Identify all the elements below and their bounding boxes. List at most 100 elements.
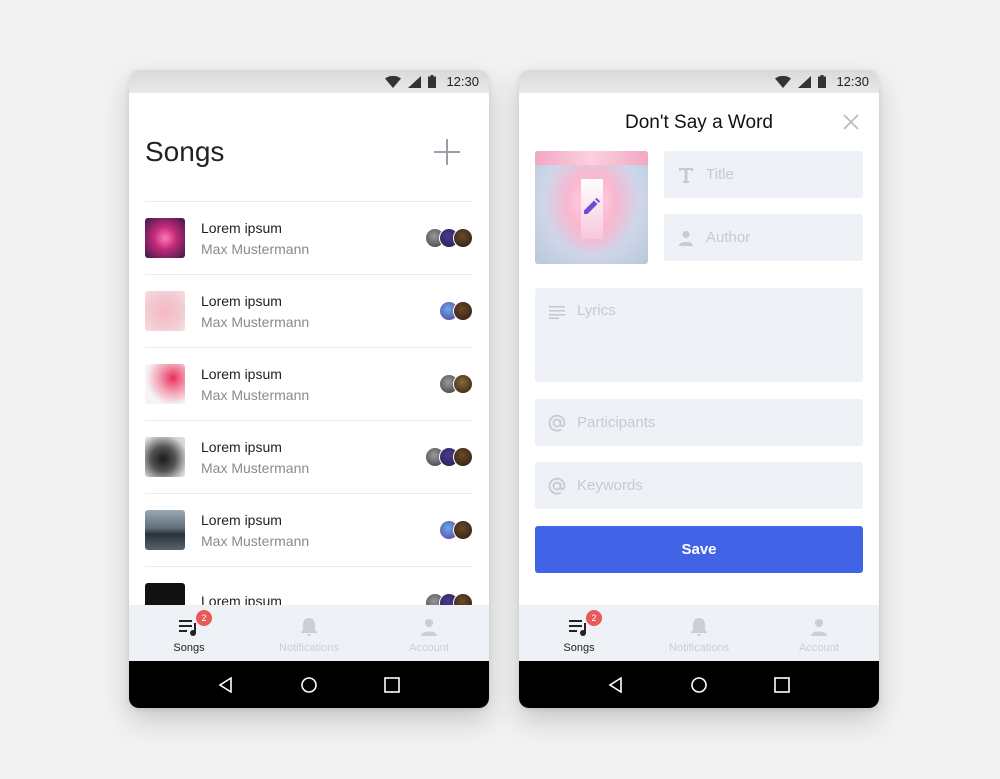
person-icon <box>811 619 827 636</box>
tab-songs[interactable]: 2 Songs <box>519 605 639 661</box>
list-item[interactable]: Lorem ipsum Max Mustermann <box>145 494 473 567</box>
songs-screen: 12:30 Songs Lorem ipsum Max Mustermann L… <box>129 70 489 708</box>
recents-button[interactable] <box>762 665 802 705</box>
participant-avatars <box>439 520 473 540</box>
recents-icon <box>384 676 401 693</box>
back-icon <box>608 676 622 693</box>
tab-label: Account <box>409 642 449 654</box>
author-placeholder: Author <box>706 229 751 246</box>
song-cover <box>145 218 185 258</box>
close-button[interactable] <box>842 113 860 131</box>
back-icon <box>218 676 232 693</box>
songs-badge: 2 <box>586 610 602 626</box>
participants-placeholder: Participants <box>577 414 656 431</box>
avatar <box>453 301 473 321</box>
list-item[interactable]: Lorem ipsum Max Mustermann <box>145 421 473 494</box>
home-icon <box>691 676 707 693</box>
page-title: Don't Say a Word <box>625 112 773 133</box>
wifi-icon <box>385 75 402 88</box>
participant-avatars <box>425 593 473 605</box>
status-time: 12:30 <box>446 74 479 89</box>
tab-songs[interactable]: 2 Songs <box>129 605 249 661</box>
tab-label: Songs <box>173 642 205 654</box>
add-song-button[interactable] <box>432 137 462 167</box>
tab-label: Notifications <box>669 642 729 654</box>
bottom-tab-bar: 2 Songs Notifications Account <box>129 605 489 661</box>
participant-avatars <box>439 374 473 394</box>
status-bar: 12:30 <box>129 70 489 93</box>
list-item[interactable]: Lorem ipsum Max Mustermann <box>145 348 473 421</box>
lines-icon <box>549 306 565 319</box>
at-icon <box>548 477 566 495</box>
song-cover <box>145 291 185 331</box>
song-author: Max Mustermann <box>201 459 310 476</box>
avatar <box>453 374 473 394</box>
song-cover <box>145 583 185 605</box>
back-button[interactable] <box>596 665 636 705</box>
song-cover <box>145 364 185 404</box>
author-field[interactable]: Author <box>664 214 863 261</box>
keywords-field[interactable]: Keywords <box>535 462 863 509</box>
signal-icon <box>798 75 812 88</box>
person-icon <box>679 230 693 246</box>
avatar <box>453 520 473 540</box>
participant-avatars <box>425 447 473 467</box>
tab-notifications[interactable]: Notifications <box>249 605 369 661</box>
song-author: Max Mustermann <box>201 240 310 257</box>
home-button[interactable] <box>679 665 719 705</box>
pencil-icon <box>584 197 601 214</box>
page-title: Songs <box>145 136 225 167</box>
list-item[interactable]: Lorem ipsum Max Mustermann <box>145 275 473 348</box>
participant-avatars <box>439 301 473 321</box>
back-button[interactable] <box>206 665 246 705</box>
song-title: Lorem ipsum <box>201 292 282 309</box>
tab-label: Account <box>799 642 839 654</box>
title-field[interactable]: Title <box>664 151 863 198</box>
tab-label: Songs <box>563 642 595 654</box>
status-time: 12:30 <box>836 74 869 89</box>
system-nav-bar <box>129 661 489 708</box>
battery-icon <box>818 75 827 88</box>
participants-field[interactable]: Participants <box>535 399 863 446</box>
tab-account[interactable]: Account <box>759 605 879 661</box>
bell-icon <box>691 618 707 636</box>
tab-account[interactable]: Account <box>369 605 489 661</box>
status-bar: 12:30 <box>519 70 879 93</box>
recents-button[interactable] <box>372 665 412 705</box>
lyrics-field[interactable]: Lyrics <box>535 288 863 382</box>
signal-icon <box>408 75 422 88</box>
list-item[interactable]: Lorem ipsum Max Mustermann <box>145 202 473 275</box>
recents-icon <box>774 676 791 693</box>
bottom-tab-bar: 2 Songs Notifications Account <box>519 605 879 661</box>
song-author: Max Mustermann <box>201 313 310 330</box>
system-nav-bar <box>519 661 879 708</box>
cover-image-picker[interactable] <box>535 151 648 264</box>
save-button[interactable]: Save <box>535 526 863 573</box>
song-author: Max Mustermann <box>201 532 310 549</box>
song-title: Lorem ipsum <box>201 365 282 382</box>
song-title: Lorem ipsum <box>201 592 282 606</box>
songs-badge: 2 <box>196 610 212 626</box>
song-title: Lorem ipsum <box>201 438 282 455</box>
song-title: Lorem ipsum <box>201 219 282 236</box>
song-title: Lorem ipsum <box>201 511 282 528</box>
bell-icon <box>301 618 317 636</box>
song-cover <box>145 510 185 550</box>
text-icon <box>679 167 693 183</box>
home-icon <box>301 676 317 693</box>
songs-list: Lorem ipsum Max Mustermann Lorem ipsum M… <box>145 201 473 605</box>
keywords-placeholder: Keywords <box>577 477 643 494</box>
list-item[interactable]: Lorem ipsum <box>145 567 473 605</box>
home-button[interactable] <box>289 665 329 705</box>
wifi-icon <box>775 75 792 88</box>
avatar <box>453 447 473 467</box>
song-author: Max Mustermann <box>201 386 310 403</box>
avatar <box>453 593 473 605</box>
at-icon <box>548 414 566 432</box>
songs-header: Songs <box>129 93 489 201</box>
participant-avatars <box>425 228 473 248</box>
avatar <box>453 228 473 248</box>
tab-label: Notifications <box>279 642 339 654</box>
tab-notifications[interactable]: Notifications <box>639 605 759 661</box>
title-placeholder: Title <box>706 166 734 183</box>
